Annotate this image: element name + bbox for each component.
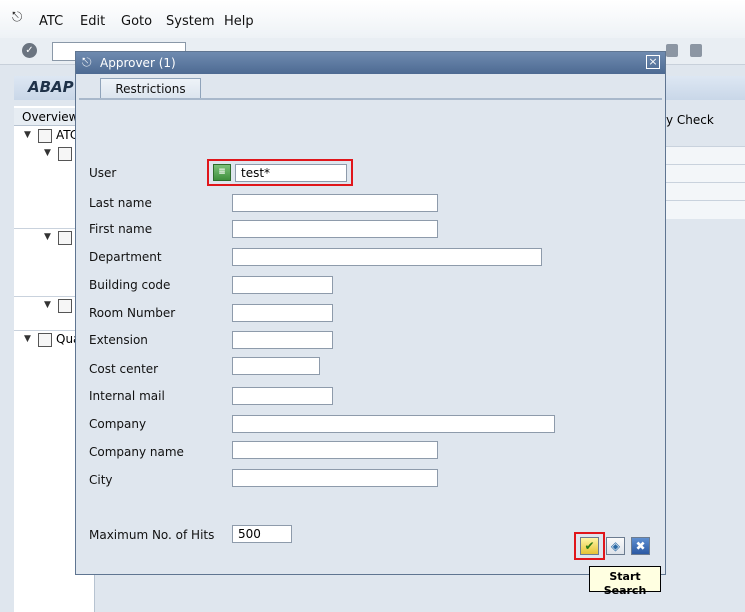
menu-item-atc[interactable]: ATC — [39, 14, 63, 29]
cancel-button[interactable]: ✖ — [631, 537, 650, 555]
result-grid: y Check — [666, 106, 745, 219]
building-code-label: Building code — [89, 278, 171, 292]
restrictions-panel: User ≡ Last name First name Department B… — [79, 100, 662, 543]
start-search-highlight — [574, 532, 605, 560]
city-label: City — [89, 473, 113, 487]
cost-center-field[interactable] — [232, 357, 320, 375]
dialog-title: Approver (1) — [100, 56, 176, 70]
company-name-label: Company name — [89, 445, 184, 459]
menu-bar: ⎋ ATC Edit Goto System Help — [0, 0, 745, 39]
building-code-field[interactable] — [232, 276, 333, 294]
edit-icon — [58, 299, 72, 313]
toolbar-help-icon[interactable] — [666, 44, 678, 57]
user-field-highlight — [207, 159, 353, 186]
person-icon — [38, 333, 52, 347]
tree-node-icon — [38, 129, 52, 143]
extension-field[interactable] — [232, 331, 333, 349]
company-field[interactable] — [232, 415, 555, 433]
list-icon — [58, 147, 72, 161]
cancel-icon: ✖ — [635, 539, 646, 553]
start-search-tooltip: Start Search — [589, 566, 661, 597]
tab-restrictions[interactable]: Restrictions — [100, 78, 201, 99]
enter-icon[interactable]: ✓ — [22, 43, 37, 58]
grid-row[interactable] — [666, 146, 745, 165]
grid-row[interactable] — [666, 200, 745, 219]
department-field[interactable] — [232, 248, 542, 266]
room-number-label: Room Number — [89, 306, 176, 320]
user-label: User — [89, 166, 117, 180]
extension-label: Extension — [89, 333, 148, 347]
expand-icon[interactable]: ▼ — [24, 330, 31, 348]
expand-icon[interactable]: ▼ — [44, 228, 51, 246]
multiple-selection-icon: ◈ — [610, 539, 621, 553]
expand-icon[interactable]: ▼ — [44, 296, 51, 314]
screen-title: ABAP — [28, 78, 74, 96]
close-button[interactable]: × — [646, 55, 660, 69]
company-name-field[interactable] — [232, 441, 438, 459]
department-label: Department — [89, 250, 162, 264]
approver-dialog: ⎋ Approver (1) × Restrictions User ≡ Las… — [75, 51, 666, 575]
menu-item-system[interactable]: System — [166, 14, 214, 29]
grid-row[interactable] — [666, 182, 745, 201]
internal-mail-label: Internal mail — [89, 389, 165, 403]
room-number-field[interactable] — [232, 304, 333, 322]
dialog-button-bar: ✔ ◈ ✖ — [76, 530, 665, 574]
grid-row[interactable] — [666, 164, 745, 183]
cost-center-label: Cost center — [89, 362, 159, 376]
last-name-field[interactable] — [232, 194, 438, 212]
expand-icon[interactable]: ▼ — [24, 126, 31, 144]
toolbar-settings-icon[interactable] — [690, 44, 702, 57]
menu-item-goto[interactable]: Goto — [121, 14, 152, 29]
city-field[interactable] — [232, 469, 438, 487]
first-name-field[interactable] — [232, 220, 438, 238]
first-name-label: First name — [89, 222, 153, 236]
dialog-title-bar: ⎋ Approver (1) × — [76, 52, 665, 74]
grid-column-header: y Check — [666, 113, 714, 127]
expand-icon[interactable]: ▼ — [44, 144, 51, 162]
last-name-label: Last name — [89, 196, 152, 210]
menu-item-help[interactable]: Help — [224, 14, 254, 29]
menu-item-edit[interactable]: Edit — [80, 14, 105, 29]
company-label: Company — [89, 417, 147, 431]
dialog-window-icon: ⎋ — [82, 55, 92, 69]
structure-icon — [58, 231, 72, 245]
multiple-selection-search-button[interactable]: ◈ — [606, 537, 625, 555]
menu-window-icon[interactable]: ⎋ — [12, 10, 26, 25]
internal-mail-field[interactable] — [232, 387, 333, 405]
